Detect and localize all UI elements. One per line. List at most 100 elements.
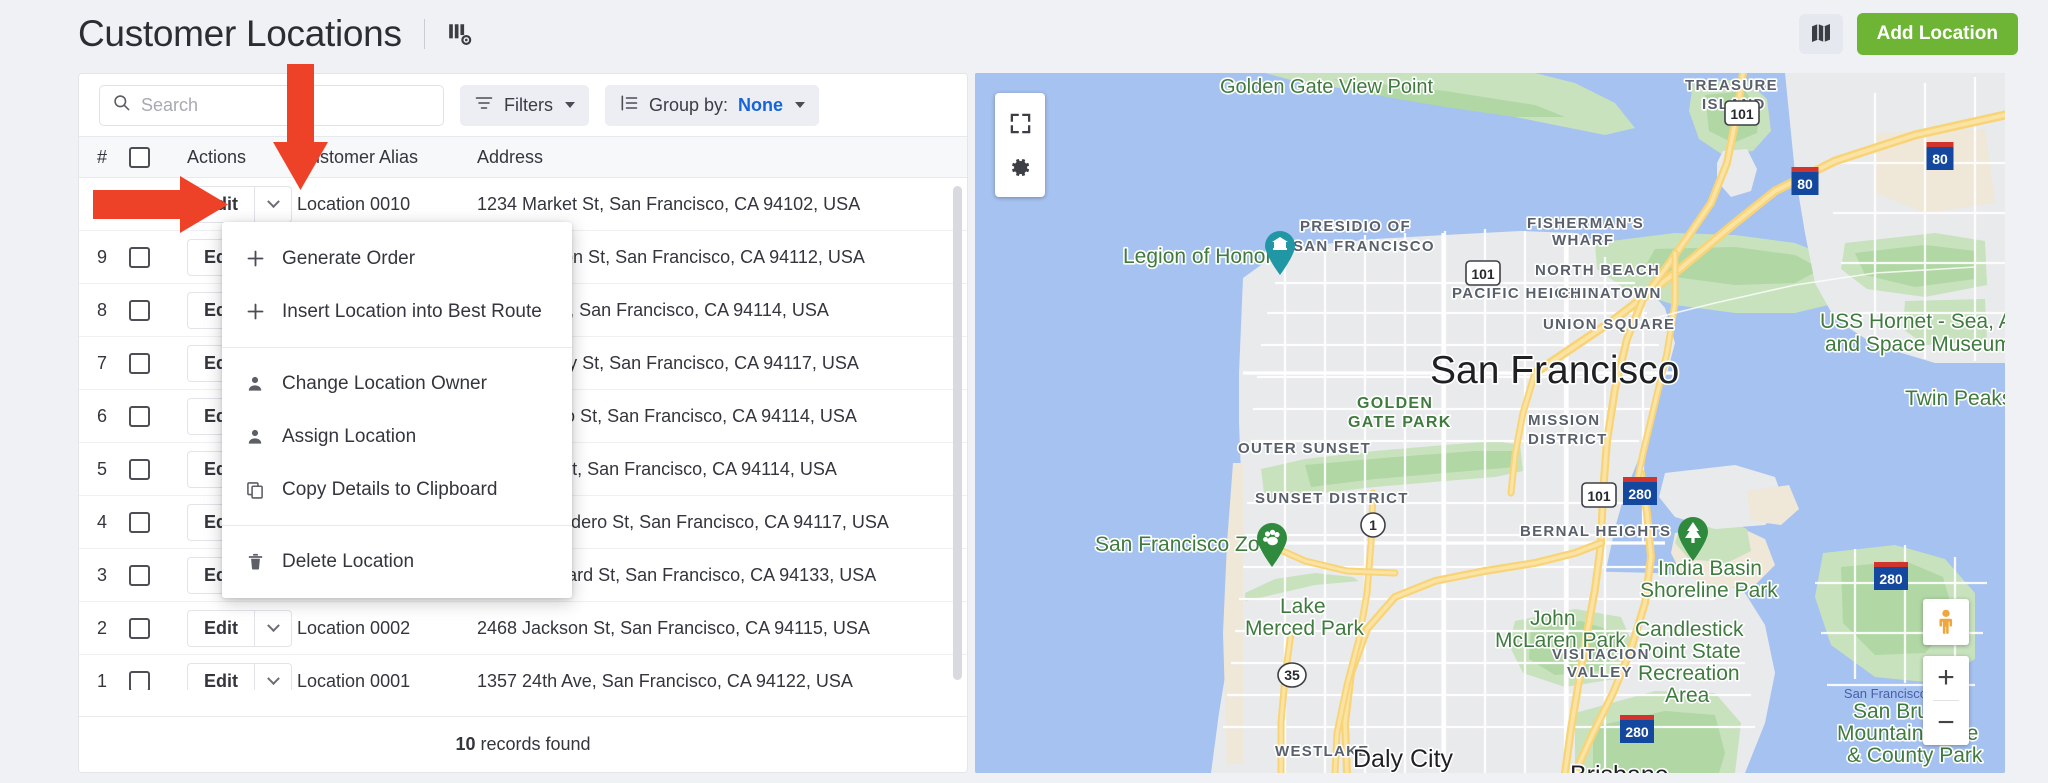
- map-label: Merced Park: [1245, 617, 1365, 640]
- add-location-label: Add Location: [1876, 23, 1998, 44]
- zoom-in-button[interactable]: +: [1923, 656, 1969, 700]
- row-actions-dropdown-button[interactable]: [254, 609, 292, 647]
- zoom-out-button[interactable]: −: [1923, 701, 1969, 745]
- map-labels-overlay: Golden Gate View Point Legion of Honor PRE…: [1093, 74, 2005, 773]
- records-count: 10: [455, 734, 476, 754]
- map-label: SAN FRANCISCO: [1293, 238, 1435, 255]
- row-number: 1: [97, 670, 108, 691]
- row-checkbox[interactable]: [129, 299, 150, 321]
- map-icon: [1809, 21, 1833, 48]
- map-label: John: [1530, 607, 1576, 630]
- map-toggle-button[interactable]: [1798, 14, 1843, 54]
- menu-item-label: Delete Location: [282, 550, 415, 572]
- menu-separator: [222, 525, 572, 526]
- select-all-checkbox[interactable]: [129, 146, 150, 168]
- row-actions-dropdown-button[interactable]: [254, 662, 292, 690]
- row-number: 5: [97, 458, 108, 479]
- map-label: Area: [1665, 684, 1710, 707]
- filters-button[interactable]: Filters: [460, 84, 589, 126]
- svg-text:1: 1: [1369, 517, 1377, 533]
- row-actions: Edit: [187, 662, 297, 690]
- row-number: 8: [97, 299, 108, 320]
- map-label: PRESIDIO OF: [1300, 218, 1411, 235]
- svg-text:280: 280: [1628, 486, 1652, 502]
- row-number: 7: [97, 352, 108, 373]
- street-view-pegman-icon: [1932, 608, 1960, 636]
- plus-icon: [244, 248, 266, 269]
- map-label: Shoreline Park: [1640, 579, 1778, 602]
- svg-text:280: 280: [1879, 571, 1903, 587]
- row-checkbox[interactable]: [129, 670, 150, 690]
- edit-button[interactable]: Edit: [187, 662, 254, 690]
- map-label: Recreation: [1638, 662, 1740, 685]
- svg-text:101: 101: [1471, 266, 1495, 282]
- svg-text:101: 101: [1587, 488, 1611, 504]
- menu-item-label: Insert Location into Best Route: [282, 300, 542, 322]
- menu-item-insert-location-into-best-route[interactable]: Insert Location into Best Route: [222, 285, 572, 338]
- person-icon: [244, 374, 266, 394]
- menu-item-label: Assign Location: [282, 425, 417, 447]
- map-label: DISTRICT: [1528, 431, 1608, 448]
- svg-text:80: 80: [1932, 151, 1948, 167]
- menu-item-delete-location[interactable]: Delete Location: [222, 535, 572, 588]
- table-vertical-scrollbar[interactable]: [953, 186, 962, 680]
- map-panel[interactable]: .land { fill:#e9eaec; } .green { fill:#c…: [975, 73, 2005, 773]
- table-toolbar: Filters Group by: None: [79, 74, 967, 136]
- fullscreen-button[interactable]: [995, 101, 1045, 145]
- row-checkbox[interactable]: [129, 511, 150, 533]
- map-label: UNION SQUARE: [1543, 316, 1675, 333]
- map-label: CHINATOWN: [1558, 285, 1662, 302]
- copy-icon: [244, 480, 266, 500]
- add-location-button[interactable]: Add Location: [1856, 13, 2018, 55]
- legion-of-honor-pin[interactable]: [1265, 231, 1295, 275]
- map-settings-button[interactable]: [995, 145, 1045, 189]
- row-number: 4: [97, 511, 108, 532]
- table-row[interactable]: 2 Edit Location 0002 2468 Jackson St, San F…: [79, 602, 967, 655]
- search-icon: [112, 93, 131, 117]
- map-label: Candlestick: [1635, 618, 1744, 641]
- row-checkbox[interactable]: [129, 458, 150, 480]
- map-label: FISHERMAN'S: [1527, 215, 1644, 232]
- columns-settings-icon[interactable]: [447, 21, 473, 47]
- map-label: Twin Peaks: [1905, 387, 2005, 410]
- list-icon: [619, 93, 639, 118]
- row-checkbox[interactable]: [129, 564, 150, 586]
- menu-item-generate-order[interactable]: Generate Order: [222, 232, 572, 285]
- map-label: Brisbane: [1570, 761, 1669, 773]
- row-number: 2: [97, 617, 108, 638]
- gear-icon: [1009, 156, 1032, 179]
- group-by-value: None: [738, 94, 784, 115]
- menu-item-change-location-owner[interactable]: Change Location Owner: [222, 357, 572, 410]
- column-header-number[interactable]: #: [79, 147, 129, 168]
- filter-icon: [474, 93, 494, 118]
- map-label: San Francisco: [1430, 349, 1679, 392]
- row-checkbox[interactable]: [129, 405, 150, 427]
- map-highway-shield: 280: [1623, 477, 1657, 505]
- app-root: Customer Locations Add Location Search F…: [0, 0, 2048, 783]
- sf-zoo-pin[interactable]: [1257, 523, 1287, 567]
- row-checkbox[interactable]: [129, 352, 150, 374]
- menu-separator: [222, 347, 572, 348]
- row-checkbox[interactable]: [129, 246, 150, 268]
- map-label: VISITACION: [1552, 646, 1650, 663]
- map-label: USS Hornet - Sea, Air: [1820, 310, 2005, 333]
- street-view-pegman-button[interactable]: [1923, 599, 1969, 645]
- row-checkbox[interactable]: [129, 617, 150, 639]
- page-header: Customer Locations Add Location: [0, 0, 2048, 68]
- india-basin-pin[interactable]: [1678, 517, 1708, 561]
- header-actions: Add Location: [1798, 0, 2018, 68]
- menu-item-copy-details-to-clipboard[interactable]: Copy Details to Clipboard: [222, 463, 572, 516]
- map-highway-shield: 280: [1620, 715, 1654, 743]
- person-icon: [244, 427, 266, 447]
- edit-button[interactable]: Edit: [187, 609, 254, 647]
- down-arrow-annotation: [273, 64, 328, 190]
- table-row[interactable]: 1 Edit Location 0001 1357 24th Ave, San Fra…: [79, 655, 967, 690]
- menu-item-assign-location[interactable]: Assign Location: [222, 410, 572, 463]
- row-actions-context-menu: Generate Order Insert Location into Best …: [222, 222, 572, 598]
- group-by-button[interactable]: Group by: None: [605, 84, 820, 126]
- map-label: VALLEY: [1567, 664, 1633, 681]
- records-found-label: records found: [480, 734, 591, 754]
- column-header-address[interactable]: Address: [477, 147, 967, 168]
- map-label: NORTH BEACH: [1535, 262, 1660, 279]
- map-label: Legion of Honor: [1123, 245, 1272, 268]
